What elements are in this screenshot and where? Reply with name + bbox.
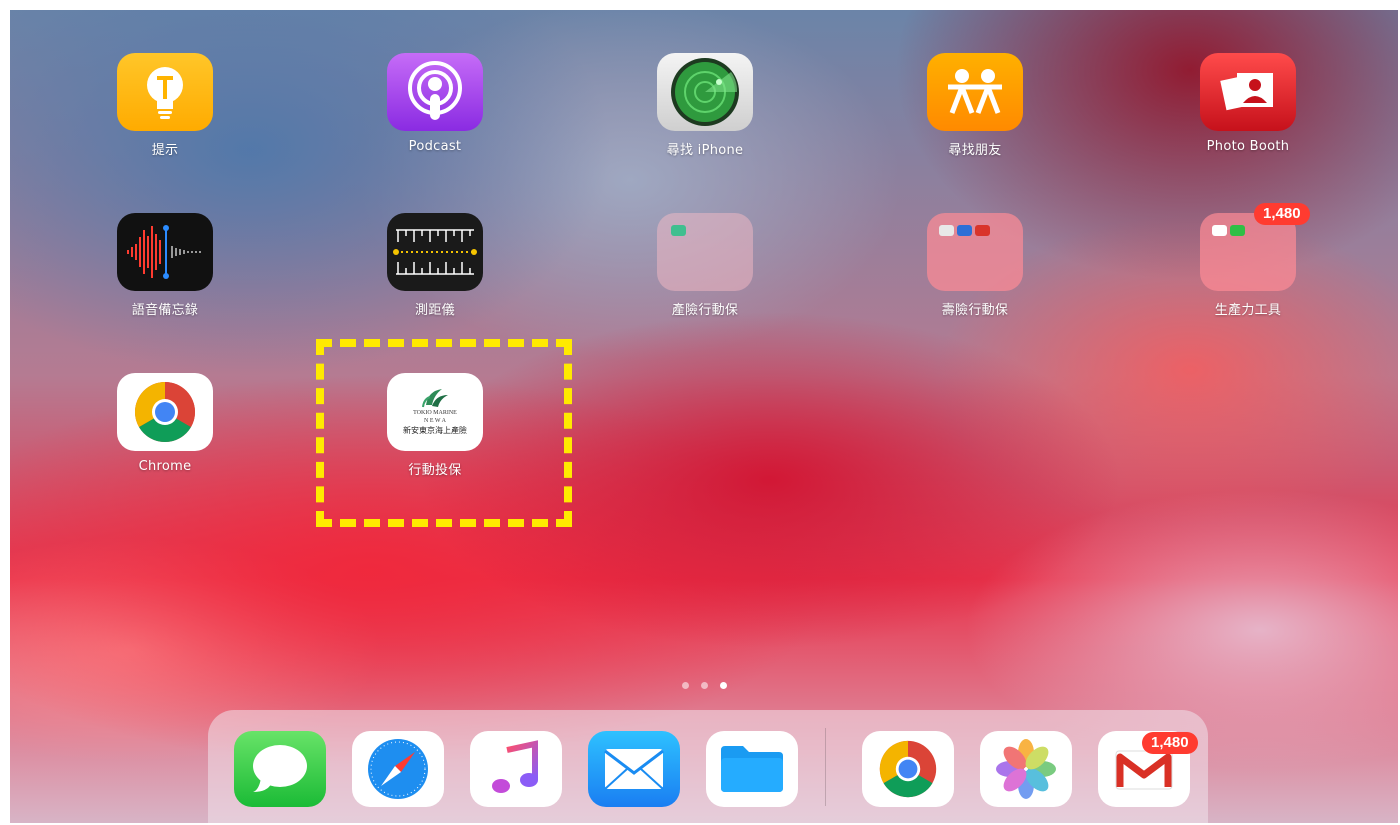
folder-life-insurance[interactable]: 壽險行動保: [905, 213, 1045, 318]
app-label: 生產力工具: [1214, 303, 1282, 318]
app-tips[interactable]: 提示: [95, 53, 235, 158]
mini-app-icon: [1230, 225, 1245, 236]
mail-icon[interactable]: [588, 731, 680, 807]
app-measure[interactable]: 測距儀: [365, 213, 505, 318]
app-photo-booth[interactable]: Photo Booth: [1178, 53, 1318, 154]
app-label: Chrome: [138, 459, 192, 474]
find-friends-icon: [927, 53, 1023, 131]
dock-separator: [825, 728, 826, 806]
page-indicator[interactable]: [682, 682, 727, 689]
dock: 1,480: [208, 710, 1208, 823]
voice-memos-icon: [117, 213, 213, 291]
mini-app-icon: [975, 225, 990, 236]
app-voice-memos[interactable]: 語音備忘錄: [95, 213, 235, 318]
app-label: 測距儀: [415, 303, 455, 318]
app-find-friends[interactable]: 尋找朋友: [905, 53, 1045, 158]
highlight-box: [316, 339, 572, 527]
ipad-home-screen: 提示 Podcast 尋找 iPhone 尋找朋友 Photo Booth 語音…: [10, 10, 1398, 823]
notification-badge: 1,480: [1142, 732, 1198, 754]
find-iphone-icon: [657, 53, 753, 131]
folder-productivity[interactable]: 1,480 生產力工具: [1178, 203, 1318, 318]
mini-app-icon: [939, 225, 954, 236]
mini-app-icon: [957, 225, 972, 236]
app-label: 語音備忘錄: [131, 303, 199, 318]
app-label: 提示: [151, 143, 179, 158]
app-label: Podcast: [408, 139, 462, 154]
podcast-icon: [387, 53, 483, 131]
messages-icon[interactable]: [234, 731, 326, 807]
page-dot[interactable]: [682, 682, 689, 689]
app-label: 產險行動保: [671, 303, 739, 318]
measure-icon: [387, 213, 483, 291]
folder-property-insurance[interactable]: 產險行動保: [635, 213, 775, 318]
mini-app-icon: [671, 225, 686, 236]
notification-badge: 1,480: [1254, 203, 1310, 225]
mini-app-icon: [1212, 225, 1227, 236]
files-icon[interactable]: [706, 731, 798, 807]
folder-icon: [657, 213, 753, 291]
page-dot-current[interactable]: [720, 682, 727, 689]
photo-booth-icon: [1200, 53, 1296, 131]
app-find-iphone[interactable]: 尋找 iPhone: [635, 53, 775, 158]
chrome-icon: [117, 373, 213, 451]
app-label: Photo Booth: [1206, 139, 1290, 154]
app-label: 尋找 iPhone: [666, 143, 744, 158]
safari-icon[interactable]: [352, 731, 444, 807]
music-icon[interactable]: [470, 731, 562, 807]
chrome-icon[interactable]: [862, 731, 954, 807]
app-podcast[interactable]: Podcast: [365, 53, 505, 154]
tips-icon: [117, 53, 213, 131]
page-dot[interactable]: [701, 682, 708, 689]
app-label: 尋找朋友: [948, 143, 1002, 158]
folder-icon: [927, 213, 1023, 291]
app-chrome[interactable]: Chrome: [95, 373, 235, 474]
photos-icon[interactable]: [980, 731, 1072, 807]
app-label: 壽險行動保: [941, 303, 1009, 318]
